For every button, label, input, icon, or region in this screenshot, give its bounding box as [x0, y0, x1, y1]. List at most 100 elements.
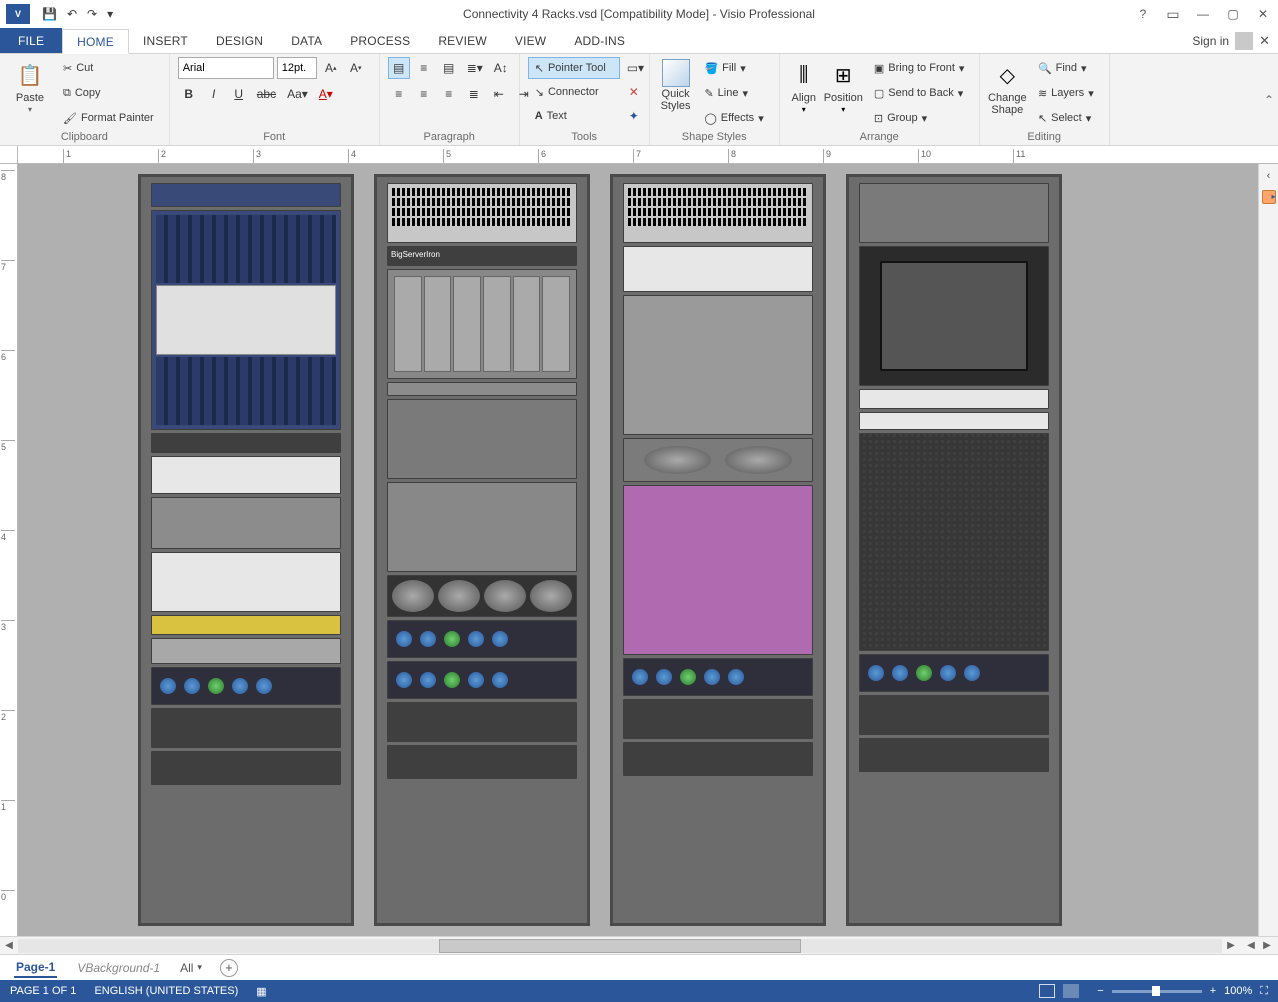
page-tab-background[interactable]: VBackground-1	[75, 959, 162, 977]
macro-record-icon[interactable]: ▦	[256, 985, 266, 998]
font-family-input[interactable]	[178, 57, 274, 79]
increase-font-button[interactable]: A▴	[320, 57, 342, 79]
rectangle-tool-button[interactable]: ▭▾	[623, 57, 648, 79]
zoom-slider[interactable]	[1112, 990, 1202, 993]
maximize-button[interactable]: ▢	[1218, 2, 1248, 26]
help-icon[interactable]: ?	[1128, 2, 1158, 26]
line-button[interactable]: ✎Line▾	[697, 82, 755, 104]
rack1-header[interactable]	[151, 183, 341, 207]
scroll-left-button[interactable]: ◀	[0, 940, 18, 951]
expand-pane-button[interactable]: ‹	[1267, 170, 1271, 182]
align-top-button[interactable]: ▤	[388, 57, 410, 79]
rack-4[interactable]	[846, 174, 1062, 926]
shapes-panel-icon[interactable]	[1262, 190, 1276, 204]
tab-review[interactable]: REVIEW	[424, 28, 501, 53]
collapse-ribbon-button[interactable]: ⌃	[1260, 89, 1278, 111]
bold-button[interactable]: B	[178, 83, 200, 105]
redo-icon[interactable]: ↷	[87, 7, 97, 21]
drawing-canvas[interactable]: BigServerIron	[18, 164, 1258, 936]
zoom-level[interactable]: 100%	[1224, 985, 1252, 997]
tab-design[interactable]: DESIGN	[202, 28, 277, 53]
qat-dropdown-icon[interactable]: ▾	[107, 7, 113, 21]
bullets-button[interactable]: ≣▾	[463, 57, 487, 79]
find-button[interactable]: 🔍Find▾	[1031, 57, 1094, 79]
prev-page-button[interactable]: ◀	[1244, 940, 1258, 951]
tab-home[interactable]: HOME	[62, 29, 129, 54]
tab-addins[interactable]: ADD-INS	[560, 28, 639, 53]
connector-icon: ↘	[535, 86, 544, 99]
connection-point-button[interactable]: ✦	[623, 105, 645, 127]
undo-icon[interactable]: ↶	[67, 7, 77, 21]
layers-button[interactable]: ≋Layers▾	[1031, 82, 1101, 104]
decrease-font-button[interactable]: A▾	[345, 57, 367, 79]
connector-tool-button[interactable]: ↘Connector	[528, 81, 620, 103]
rack-3[interactable]	[610, 174, 826, 926]
rack-2[interactable]: BigServerIron	[374, 174, 590, 926]
cut-button[interactable]: ✂Cut	[56, 57, 100, 79]
effects-button[interactable]: ◯Effects▾	[697, 107, 770, 129]
rack3-purple-server[interactable]	[623, 485, 813, 655]
change-shape-button[interactable]: ◇Change Shape	[988, 57, 1027, 116]
presentation-view-button[interactable]	[1039, 984, 1055, 998]
minimize-button[interactable]: —	[1188, 2, 1218, 26]
tab-process[interactable]: PROCESS	[336, 28, 424, 53]
zoom-out-button[interactable]: −	[1097, 985, 1103, 997]
close-signin-icon[interactable]: ✕	[1259, 33, 1270, 49]
page-tab-1[interactable]: Page-1	[14, 958, 57, 978]
rack2-patch-panel[interactable]	[387, 183, 577, 243]
align-center-button[interactable]: ≡	[413, 83, 435, 105]
align-button[interactable]: ⫼Align▾	[788, 57, 820, 114]
font-size-input[interactable]	[277, 57, 317, 79]
fit-to-window-button[interactable]: ⛶	[1260, 985, 1268, 998]
ribbon-display-options-icon[interactable]: ▭	[1158, 2, 1188, 26]
quick-styles-button[interactable]: Quick Styles	[658, 57, 694, 112]
rack4-storage-array[interactable]	[859, 433, 1049, 651]
language-indicator[interactable]: ENGLISH (UNITED STATES)	[94, 985, 238, 997]
position-button[interactable]: ⊞Position▾	[824, 57, 863, 114]
indent-dec-button[interactable]: ⇤	[488, 83, 510, 105]
zoom-in-button[interactable]: +	[1210, 985, 1216, 997]
align-left-button[interactable]: ≡	[388, 83, 410, 105]
pointer-tool-button[interactable]: ↖Pointer Tool	[528, 57, 620, 79]
orientation-button[interactable]: A↕	[490, 57, 512, 79]
justify-button[interactable]: ≣	[463, 83, 485, 105]
paste-button[interactable]: 📋 Paste ▾	[8, 57, 52, 114]
strike-button[interactable]: abc	[253, 83, 280, 105]
delete-button[interactable]: ✕	[623, 81, 645, 103]
group-button[interactable]: ⊡Group▾	[867, 107, 934, 129]
text-tool-button[interactable]: AText	[528, 105, 620, 127]
send-back-button[interactable]: ▢Send to Back▾	[867, 82, 970, 104]
select-button[interactable]: ↖Select▾	[1031, 107, 1098, 129]
align-bottom-button[interactable]: ▤	[438, 57, 460, 79]
tab-data[interactable]: DATA	[277, 28, 336, 53]
rack4-keyboard-tray[interactable]	[859, 389, 1049, 409]
sign-in[interactable]: Sign in ✕	[1184, 28, 1278, 53]
copy-button[interactable]: ⧉Copy	[56, 82, 108, 104]
tab-file[interactable]: FILE	[0, 28, 62, 53]
font-color-button[interactable]: A▾	[315, 83, 337, 105]
underline-button[interactable]: U	[228, 83, 250, 105]
format-painter-button[interactable]: 🖌Format Painter	[56, 107, 161, 129]
horizontal-scrollbar[interactable]: ◀ ▶ ◀▶	[0, 936, 1278, 954]
close-button[interactable]: ✕	[1248, 2, 1278, 26]
rack4-kvm-monitor[interactable]	[859, 246, 1049, 386]
save-icon[interactable]: 💾	[42, 7, 57, 21]
change-case-button[interactable]: Aa▾	[283, 83, 312, 105]
next-page-button[interactable]: ▶	[1260, 940, 1274, 951]
rack-1[interactable]	[138, 174, 354, 926]
align-middle-button[interactable]: ≡	[413, 57, 435, 79]
tab-insert[interactable]: INSERT	[129, 28, 202, 53]
add-page-button[interactable]: +	[220, 959, 238, 977]
rack1-switch-chassis[interactable]	[151, 210, 341, 430]
fill-button[interactable]: 🪣Fill▾	[697, 57, 752, 79]
bring-front-button[interactable]: ▣Bring to Front▾	[867, 57, 972, 79]
normal-view-button[interactable]	[1063, 984, 1079, 998]
page-indicator[interactable]: PAGE 1 OF 1	[10, 985, 76, 997]
all-pages-dropdown[interactable]: All▾	[180, 961, 202, 975]
scroll-right-button[interactable]: ▶	[1222, 940, 1240, 951]
rack1-pdu[interactable]	[151, 667, 341, 705]
scroll-thumb[interactable]	[439, 939, 800, 953]
tab-view[interactable]: VIEW	[501, 28, 560, 53]
align-right-button[interactable]: ≡	[438, 83, 460, 105]
italic-button[interactable]: I	[203, 83, 225, 105]
